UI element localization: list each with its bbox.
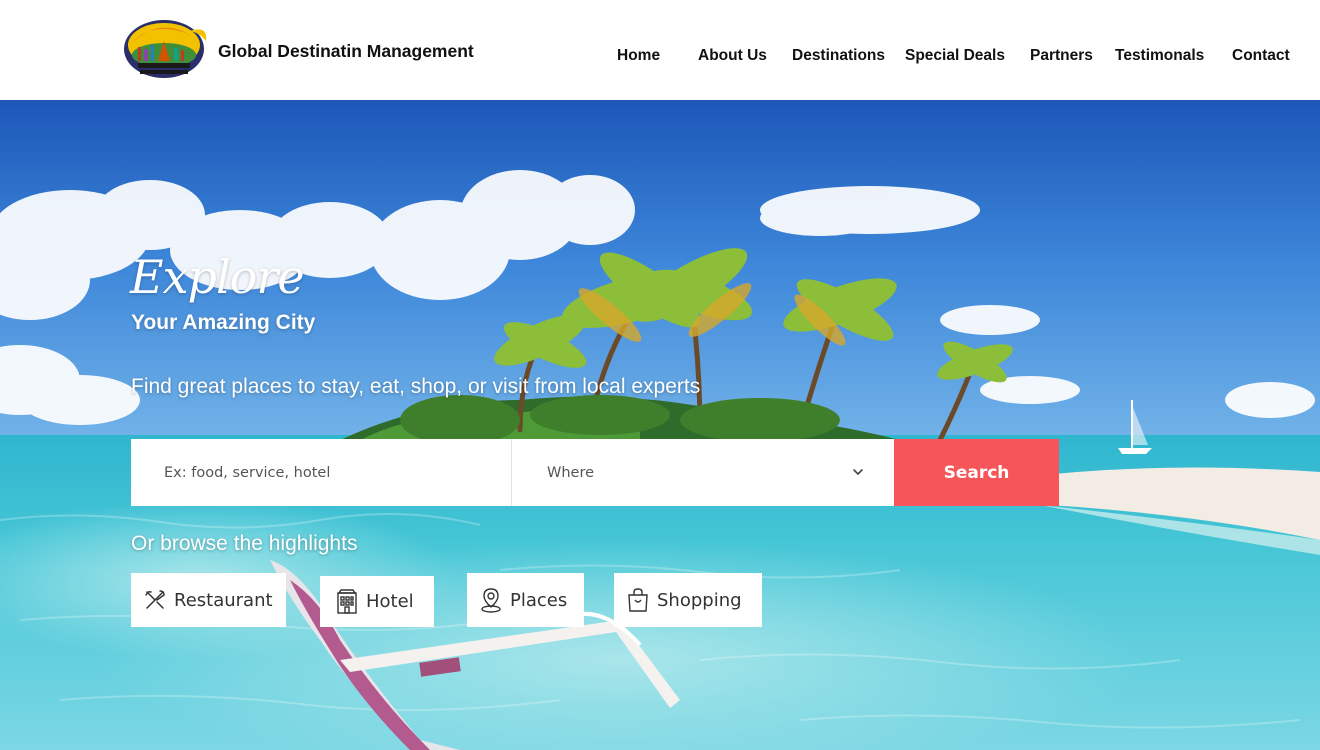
nav-contact[interactable]: Contact [1232,47,1290,65]
browse-highlights-label: Or browse the highlights [131,532,358,555]
category-places[interactable]: Places [467,573,584,627]
nav-special-deals[interactable]: Special Deals [905,47,1005,65]
hotel-icon [335,588,359,615]
category-label: Restaurant [174,589,273,611]
shopping-bag-icon [626,587,650,613]
brand-name[interactable]: Global Destinatin Management [218,41,474,62]
site-header: Global Destinatin Management Home About … [0,0,1320,100]
search-button[interactable]: Search [894,439,1059,506]
hero-explore-heading: Explore [130,250,305,304]
where-dropdown-value: Where [547,464,595,481]
category-shopping[interactable]: Shopping [614,573,762,627]
category-label: Shopping [657,589,742,611]
where-dropdown[interactable]: Where [512,439,894,506]
brand-logo[interactable] [124,19,210,79]
nav-home[interactable]: Home [617,47,660,65]
hero-section: Explore Your Amazing City Find great pla… [0,100,1320,750]
hero-subtitle: Your Amazing City [131,311,316,334]
nav-testimonals[interactable]: Testimonals [1115,47,1204,65]
category-restaurant[interactable]: Restaurant [131,573,286,627]
restaurant-icon [143,588,167,612]
hero-background-image [0,100,1320,750]
hero-tagline: Find great places to stay, eat, shop, or… [131,375,701,398]
chevron-down-icon [853,469,863,475]
location-pin-icon [479,587,503,613]
category-label: Hotel [366,591,414,612]
search-input[interactable] [131,439,512,506]
nav-destinations[interactable]: Destinations [792,47,885,65]
nav-about-us[interactable]: About Us [698,47,767,65]
category-hotel[interactable]: Hotel [320,576,434,627]
search-bar: Where Search [131,439,1059,506]
category-label: Places [510,589,568,611]
nav-partners[interactable]: Partners [1030,47,1093,65]
